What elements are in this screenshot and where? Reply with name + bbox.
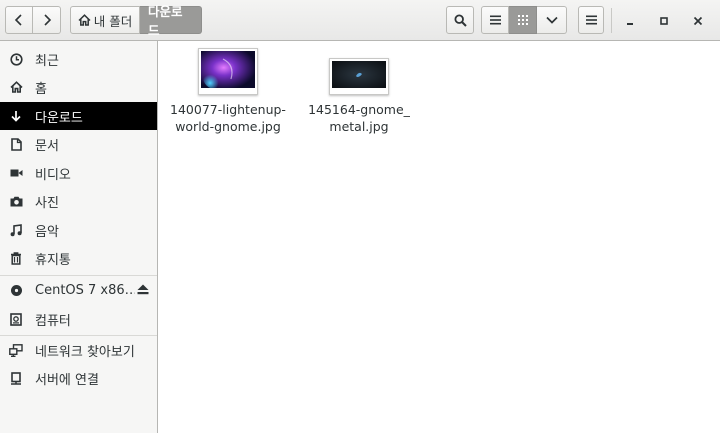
sidebar-item-home[interactable]: 홈: [0, 73, 157, 101]
sidebar-item-downloads[interactable]: 다운로드: [0, 102, 157, 130]
menu-button[interactable]: [578, 6, 604, 34]
file-name: 145164-gnome_ metal.jpg: [308, 102, 410, 134]
disc-icon: [9, 283, 23, 297]
eject-icon[interactable]: [137, 284, 149, 299]
close-icon: [693, 16, 703, 26]
trash-icon: [9, 251, 23, 265]
sidebar-item-centos-disc[interactable]: CentOS 7 x86…: [0, 276, 157, 304]
music-icon: [9, 223, 23, 237]
minimize-button[interactable]: [623, 14, 637, 28]
sidebar-item-recent[interactable]: 최근: [0, 45, 157, 73]
sidebar-item-label: 컴퓨터: [35, 313, 71, 329]
wallpaper-thumbnail-icon: [332, 61, 386, 88]
history-nav: [5, 6, 61, 34]
chevron-down-icon: [545, 16, 558, 24]
forward-button[interactable]: [33, 6, 61, 34]
view-switcher: [481, 6, 567, 34]
sidebar-item-label: 네트워크 찾아보기: [35, 344, 135, 360]
path-home-label: 내 폴더: [93, 13, 133, 29]
path-bar: 내 폴더 다운로드: [70, 4, 202, 38]
sidebar-item-documents[interactable]: 문서: [0, 130, 157, 158]
sidebar-item-label: 음악: [35, 224, 59, 240]
path-current-label: 다운로드: [148, 4, 183, 38]
sidebar-item-label: 서버에 연결: [35, 372, 99, 388]
file-name: 140077-lightenup- world-gnome.jpg: [170, 102, 286, 134]
back-button[interactable]: [5, 6, 33, 34]
path-current-button[interactable]: 다운로드: [140, 4, 202, 38]
clock-icon: [9, 52, 23, 66]
list-view-icon: [489, 15, 501, 25]
grid-view-icon: [517, 15, 528, 25]
sidebar-item-network[interactable]: 네트워크 찾아보기: [0, 336, 157, 364]
minimize-icon: [627, 23, 633, 25]
file-thumbnail: [329, 58, 389, 95]
sidebar-item-videos[interactable]: 비디오: [0, 159, 157, 187]
titlebar-separator: [611, 8, 612, 33]
sidebar-item-computer[interactable]: 컴퓨터: [0, 305, 157, 333]
sidebar-item-label: 다운로드: [35, 110, 83, 126]
sidebar-item-label: 문서: [35, 138, 59, 154]
file-icon-view: 140077-lightenup- world-gnome.jpg 145164…: [159, 41, 720, 433]
maximize-button[interactable]: [657, 14, 671, 28]
sidebar-item-label: 휴지통: [35, 252, 71, 268]
header-bar: 내 폴더 다운로드: [0, 0, 720, 41]
places-sidebar: 최근 홈 다운로드 문서 비디오 사진 음악 휴지통 CentOS 7 x86……: [0, 41, 158, 433]
file-thumbnail: [198, 48, 258, 95]
maximize-icon: [660, 17, 668, 25]
sidebar-item-label: 사진: [35, 195, 59, 211]
document-icon: [9, 137, 23, 151]
download-icon: [9, 109, 23, 123]
hamburger-menu-icon: [585, 15, 597, 25]
close-button[interactable]: [691, 14, 705, 28]
sidebar-item-connect-server[interactable]: 서버에 연결: [0, 364, 157, 392]
server-icon: [9, 371, 23, 385]
camera-icon: [9, 194, 23, 208]
chevron-left-icon: [14, 14, 22, 26]
file-item[interactable]: 145164-gnome_ metal.jpg: [299, 58, 419, 135]
grid-view-button[interactable]: [509, 6, 537, 34]
home-icon: [9, 80, 23, 94]
wallpaper-thumbnail-icon: [201, 51, 255, 89]
computer-icon: [9, 312, 23, 326]
chevron-right-icon: [43, 14, 51, 26]
home-icon: [78, 14, 91, 26]
file-item[interactable]: 140077-lightenup- world-gnome.jpg: [168, 48, 288, 135]
video-icon: [9, 166, 23, 180]
list-view-button[interactable]: [481, 6, 509, 34]
network-icon: [9, 343, 23, 357]
path-home-button[interactable]: 내 폴더: [70, 6, 140, 34]
search-icon: [453, 13, 467, 27]
sidebar-item-music[interactable]: 음악: [0, 216, 157, 244]
sidebar-item-pictures[interactable]: 사진: [0, 187, 157, 215]
sidebar-item-label: 최근: [35, 53, 59, 69]
sidebar-item-label: CentOS 7 x86…: [35, 282, 135, 298]
sidebar-item-trash[interactable]: 휴지통: [0, 244, 157, 272]
view-options-button[interactable]: [537, 6, 567, 34]
sidebar-item-label: 비디오: [35, 167, 71, 183]
search-button[interactable]: [446, 6, 474, 34]
sidebar-item-label: 홈: [35, 81, 47, 97]
